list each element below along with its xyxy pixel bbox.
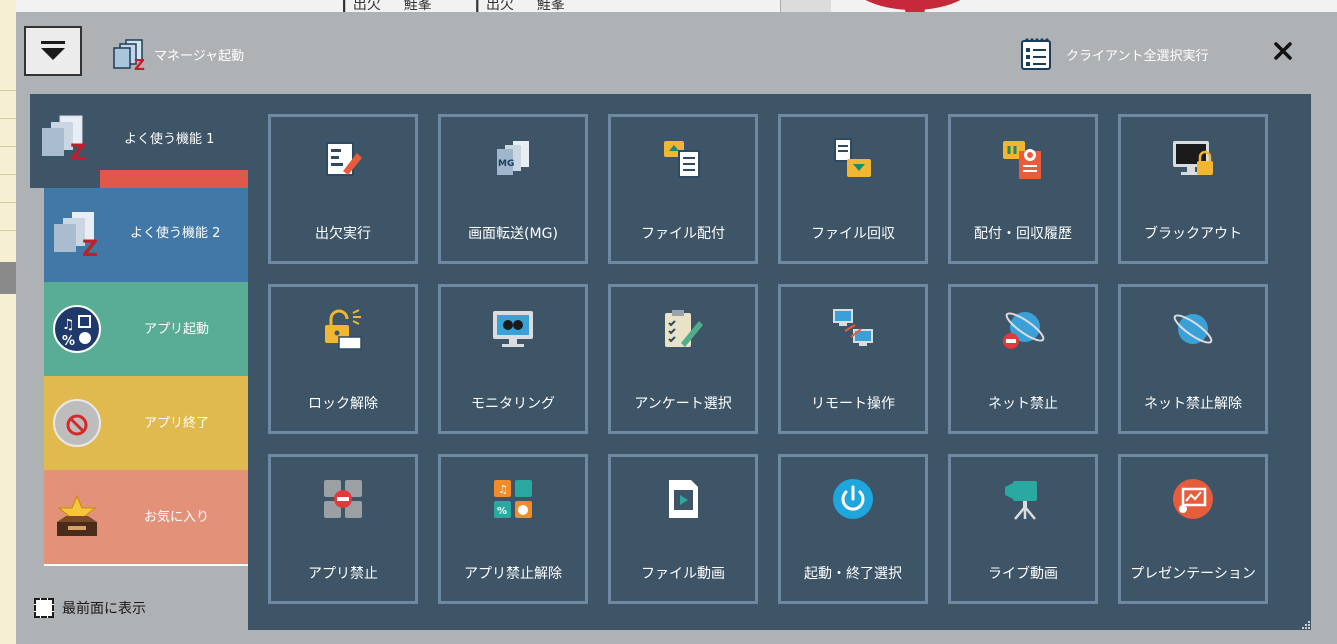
tile-presentation[interactable]: プレゼンテーション bbox=[1118, 454, 1268, 604]
tile-app-unblock[interactable]: ♫ % アプリ禁止解除 bbox=[438, 454, 588, 604]
tab-favorites-1[interactable]: Z よく使う機能 1 bbox=[30, 94, 248, 188]
survey-icon bbox=[665, 310, 703, 347]
history-icon bbox=[1003, 141, 1041, 179]
tile-attendance-label: 出欠実行 bbox=[315, 226, 371, 242]
power-icon bbox=[833, 479, 873, 519]
app-unblock-icon: ♫ % bbox=[494, 480, 532, 518]
always-on-top-label: 最前面に表示 bbox=[62, 601, 146, 617]
presentation-icon bbox=[1173, 479, 1213, 519]
screen-transfer-icon: MG bbox=[497, 141, 529, 175]
net-block-icon bbox=[1003, 312, 1045, 349]
always-on-top-checkbox[interactable]: 最前面に表示 bbox=[34, 598, 146, 618]
always-on-top-box[interactable] bbox=[34, 598, 54, 618]
menu-dropdown-button[interactable] bbox=[24, 26, 82, 76]
manager-launch-label: マネージャ起動 bbox=[154, 48, 245, 64]
tile-history[interactable]: 配付・回収履歴 bbox=[948, 114, 1098, 264]
tab-favorites-1-label: よく使う機能 1 bbox=[124, 132, 215, 147]
svg-text:%: % bbox=[497, 506, 507, 517]
tile-remote-control[interactable]: リモート操作 bbox=[778, 284, 928, 434]
tile-power-select-label: 起動・終了選択 bbox=[804, 566, 902, 582]
client-select-all-execute-button[interactable]: クライアント全選択実行 bbox=[1018, 36, 1208, 72]
tile-monitoring-label: モニタリング bbox=[471, 396, 555, 412]
app-launch-icon: ♫ % bbox=[53, 305, 101, 353]
live-video-icon bbox=[1005, 481, 1037, 520]
background-scrollbar bbox=[780, 0, 831, 12]
manager-launch-button[interactable]: Z マネージャ起動 bbox=[110, 36, 244, 72]
svg-text:MG: MG bbox=[498, 159, 514, 169]
close-button[interactable] bbox=[1268, 36, 1298, 66]
favorites-feature-icon: Z bbox=[42, 115, 86, 166]
tile-file-distribute-label: ファイル配付 bbox=[641, 226, 725, 242]
star-tray-icon bbox=[57, 494, 97, 536]
background-left-strip bbox=[0, 0, 16, 644]
tile-screen-transfer[interactable]: MG 画面転送(MG) bbox=[438, 114, 588, 264]
tile-attendance[interactable]: 出欠実行 bbox=[268, 114, 418, 264]
tile-live-video[interactable]: ライブ動画 bbox=[948, 454, 1098, 604]
tab-favorites-2-label: よく使う機能 2 bbox=[130, 226, 221, 241]
tile-app-block-label: アプリ禁止 bbox=[308, 566, 378, 582]
app-block-icon bbox=[324, 480, 362, 518]
tab-favorites[interactable]: お気に入り bbox=[44, 470, 248, 564]
tile-file-collect[interactable]: ファイル回収 bbox=[778, 114, 928, 264]
blackout-icon bbox=[1173, 141, 1213, 175]
monitoring-icon bbox=[493, 311, 533, 347]
tile-net-block[interactable]: ネット禁止 bbox=[948, 284, 1098, 434]
tile-remote-control-label: リモート操作 bbox=[811, 396, 895, 412]
tile-net-block-label: ネット禁止 bbox=[988, 396, 1058, 412]
tile-monitoring[interactable]: モニタリング bbox=[438, 284, 588, 434]
active-tab-indicator bbox=[100, 170, 248, 188]
tab-app-launch[interactable]: ♫ % アプリ起動 bbox=[44, 282, 248, 376]
file-distribute-icon bbox=[664, 141, 700, 178]
app-exit-icon bbox=[53, 399, 101, 447]
tile-screen-transfer-label: 画面転送(MG) bbox=[468, 226, 558, 242]
tile-file-video-label: ファイル動画 bbox=[641, 566, 725, 582]
tile-net-unblock[interactable]: ネット禁止解除 bbox=[1118, 284, 1268, 434]
tile-blackout-label: ブラックアウト bbox=[1144, 226, 1242, 242]
file-collect-icon bbox=[834, 138, 871, 177]
tile-power-select[interactable]: 起動・終了選択 bbox=[778, 454, 928, 604]
tab-favorites-2[interactable]: Z よく使う機能 2 bbox=[44, 188, 248, 282]
tile-file-distribute[interactable]: ファイル配付 bbox=[608, 114, 758, 264]
tab-app-launch-label: アプリ起動 bbox=[144, 322, 210, 337]
tile-file-video[interactable]: ファイル動画 bbox=[608, 454, 758, 604]
tab-favorites-label: お気に入り bbox=[144, 510, 210, 525]
tile-presentation-label: プレゼンテーション bbox=[1130, 566, 1256, 582]
background-dark-block bbox=[0, 262, 16, 294]
svg-text:%: % bbox=[62, 334, 75, 349]
manager-app-icon: Z bbox=[113, 39, 145, 72]
tile-file-collect-label: ファイル回収 bbox=[811, 226, 895, 242]
tile-survey[interactable]: アンケート選択 bbox=[608, 284, 758, 434]
tile-net-unblock-label: ネット禁止解除 bbox=[1144, 396, 1242, 412]
function-grid: 出欠実行 MG 画面転送(MG) ファイル配付 ファイル回収 配付・回収履歴 ブ… bbox=[248, 94, 1311, 630]
favorites-feature-icon: Z bbox=[54, 212, 98, 262]
svg-text:Z: Z bbox=[70, 141, 86, 166]
tile-unlock-label: ロック解除 bbox=[308, 396, 378, 412]
file-video-icon bbox=[669, 480, 698, 518]
client-select-all-execute-label: クライアント全選択実行 bbox=[1066, 48, 1209, 64]
unlock-icon bbox=[325, 309, 362, 350]
checklist-icon bbox=[1021, 38, 1051, 70]
background-window-strip: ┃ 出欠 鮭峯 ┃ 出欠 鮭峯 bbox=[0, 0, 1337, 13]
svg-text:Z: Z bbox=[82, 237, 98, 262]
tile-app-unblock-label: アプリ禁止解除 bbox=[464, 566, 562, 582]
svg-text:♫: ♫ bbox=[498, 483, 508, 496]
tab-app-exit-label: アプリ終了 bbox=[144, 416, 210, 431]
tab-app-exit[interactable]: アプリ終了 bbox=[44, 376, 248, 470]
close-icon bbox=[1274, 42, 1292, 60]
tile-app-block[interactable]: アプリ禁止 bbox=[268, 454, 418, 604]
remote-control-icon bbox=[833, 309, 873, 346]
tile-survey-label: アンケート選択 bbox=[634, 396, 732, 412]
dropdown-arrow-icon bbox=[41, 41, 65, 60]
tile-unlock[interactable]: ロック解除 bbox=[268, 284, 418, 434]
tile-live-video-label: ライブ動画 bbox=[988, 566, 1058, 582]
tile-blackout[interactable]: ブラックアウト bbox=[1118, 114, 1268, 264]
resize-grip-icon[interactable] bbox=[1299, 618, 1311, 630]
svg-text:♫: ♫ bbox=[62, 317, 75, 333]
net-unblock-icon bbox=[1173, 314, 1213, 344]
svg-text:Z: Z bbox=[134, 56, 145, 72]
attendance-icon bbox=[326, 142, 362, 176]
tab-list: Z よく使う機能 2 ♫ % アプリ起動 アプリ終了 お気に入り bbox=[44, 188, 248, 566]
tile-history-label: 配付・回収履歴 bbox=[974, 226, 1072, 242]
